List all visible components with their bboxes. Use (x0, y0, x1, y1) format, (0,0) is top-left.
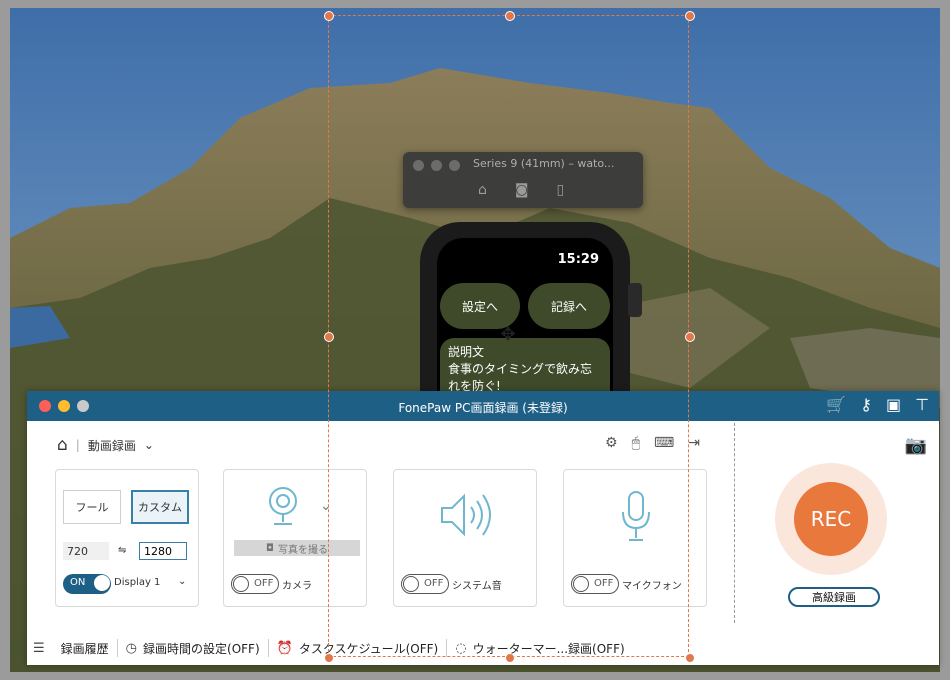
resize-handle-right[interactable] (685, 332, 695, 342)
camera-card: ⌄ ◘ 写真を撮る OFF カメラ (223, 469, 367, 607)
alarm-clock-icon: ⏰ (276, 640, 293, 656)
chevron-down-icon[interactable]: ⌄ (178, 576, 186, 587)
mode-label[interactable]: 動画録画 (88, 437, 136, 454)
microphone-toggle[interactable]: OFF (571, 574, 619, 594)
toggle-state: OFF (424, 578, 444, 589)
watch-screen: 15:29 設定へ 記録へ 説明文 食事のタイミングで飲み忘れを防ぐ! (437, 238, 613, 408)
resize-handle-top-left[interactable] (324, 11, 334, 21)
zoom-dot[interactable] (449, 160, 460, 171)
toggle-state: OFF (594, 578, 614, 589)
take-photo-button[interactable]: ◘ 写真を撮る (234, 540, 360, 556)
hotkey-icon[interactable]: ⌨ (654, 435, 674, 451)
resize-handle-bottom-left[interactable] (324, 653, 334, 663)
watermark-icon: ◌ (455, 640, 467, 656)
system-sound-card: OFF システム音 (393, 469, 537, 607)
app-title: FonePaw PC画面録画 (未登録) (398, 401, 568, 415)
toggle-state: OFF (254, 578, 274, 589)
record-button[interactable]: 記録へ (528, 283, 610, 329)
advanced-record-button[interactable]: 高級録画 (788, 587, 880, 607)
toggle-state: ON (70, 577, 86, 588)
system-sound-toggle[interactable]: OFF (401, 574, 449, 594)
timer-item[interactable]: ◷ 録画時間の設定(OFF) (118, 639, 269, 657)
move-cursor-icon: ✥ (500, 324, 516, 345)
link-icon[interactable]: ⇋ (118, 545, 126, 556)
resize-handle-bottom[interactable] (505, 653, 515, 663)
microphone-card: OFF マイクフォン (563, 469, 707, 607)
menu-icon: ☰ (33, 640, 45, 656)
chat-icon[interactable]: ▣ (886, 395, 901, 414)
bottom-toolbar: ☰ 録画履歴 ◷ 録画時間の設定(OFF) ⏰ タスクスケジュール(OFF) ◌… (27, 631, 939, 665)
custom-area-button[interactable]: カスタム (131, 490, 189, 524)
chevron-down-icon[interactable]: ⌄ (144, 438, 154, 452)
window-controls (413, 160, 460, 171)
app-titlebar: FonePaw PC画面録画 (未登録) 🛒 ⚷ ▣ ⊤ (27, 391, 939, 421)
divider (734, 423, 735, 623)
camera-toggle[interactable]: OFF (231, 574, 279, 594)
screenshot-icon[interactable]: ◙ (515, 182, 529, 198)
resize-handle-left[interactable] (324, 332, 334, 342)
area-card: フール カスタム 720 ⇋ 1280 ON Display 1 ⌄ (55, 469, 199, 607)
recorder-window: FonePaw PC画面録画 (未登録) 🛒 ⚷ ▣ ⊤ ⌂ | 動画録画 ⌄ … (27, 391, 939, 665)
description-body: 食事のタイミングで飲み忘れを防ぐ! (448, 362, 593, 393)
simulator-title: Series 9 (41mm) – wato... (473, 157, 615, 170)
home-icon[interactable]: ⌂ (478, 182, 487, 198)
width-field[interactable]: 1280 (139, 542, 187, 560)
pin-icon[interactable]: ⊤ (915, 395, 929, 414)
minimize-dot[interactable] (431, 160, 442, 171)
watch-time: 15:29 (557, 252, 599, 267)
camera-label: カメラ (282, 581, 312, 592)
chevron-down-icon[interactable]: ⌄ (320, 498, 332, 514)
resize-handle-bottom-right[interactable] (685, 653, 695, 663)
settings-button[interactable]: 設定へ (440, 283, 520, 329)
exit-icon[interactable]: ⇥ (688, 435, 700, 451)
schedule-item[interactable]: ⏰ タスクスケジュール(OFF) (269, 639, 448, 657)
rec-button[interactable]: REC (794, 482, 868, 556)
camera-snapshot-icon[interactable]: 📷 (905, 435, 927, 456)
system-sound-label: システム音 (452, 581, 502, 592)
height-field[interactable]: 720 (63, 542, 109, 560)
timer-icon: ◷ (125, 640, 138, 656)
cart-icon[interactable]: 🛒 (826, 395, 846, 414)
display-toggle[interactable]: ON (63, 574, 111, 594)
take-photo-label: 写真を撮る (277, 544, 328, 556)
full-screen-button[interactable]: フール (63, 490, 121, 524)
settings-gear-icon[interactable]: ⚙ (605, 435, 618, 451)
separator: | (75, 438, 80, 452)
resize-handle-top-right[interactable] (685, 11, 695, 21)
watermark-label: ウォーターマー...録画(OFF) (472, 641, 625, 656)
mouse-icon[interactable]: 🖱 (632, 435, 640, 451)
schedule-label: タスクスケジュール(OFF) (298, 641, 439, 656)
history-label: 録画履歴 (60, 641, 109, 656)
home-icon[interactable]: ⌂ (57, 435, 68, 455)
key-icon[interactable]: ⚷ (860, 395, 872, 414)
microphone-icon (622, 491, 650, 541)
webcam-icon (269, 487, 297, 525)
close-dot[interactable] (413, 160, 424, 171)
microphone-label: マイクフォン (622, 581, 682, 592)
digital-crown[interactable] (628, 283, 642, 317)
speaker-icon (441, 493, 491, 537)
history-item[interactable]: ☰ 録画履歴 (27, 639, 118, 657)
timer-label: 録画時間の設定(OFF) (143, 641, 260, 656)
resize-handle-top[interactable] (505, 11, 515, 21)
description-title: 説明文 (448, 345, 485, 359)
display-select[interactable]: Display 1 (114, 577, 160, 588)
camera-icon: ◘ (266, 542, 274, 554)
watermark-item[interactable]: ◌ ウォーターマー...録画(OFF) (447, 639, 632, 657)
rotate-icon[interactable]: ▯ (556, 182, 564, 198)
simulator-window-toolbar: Series 9 (41mm) – wato... ⌂ ◙ ▯ (403, 152, 643, 208)
